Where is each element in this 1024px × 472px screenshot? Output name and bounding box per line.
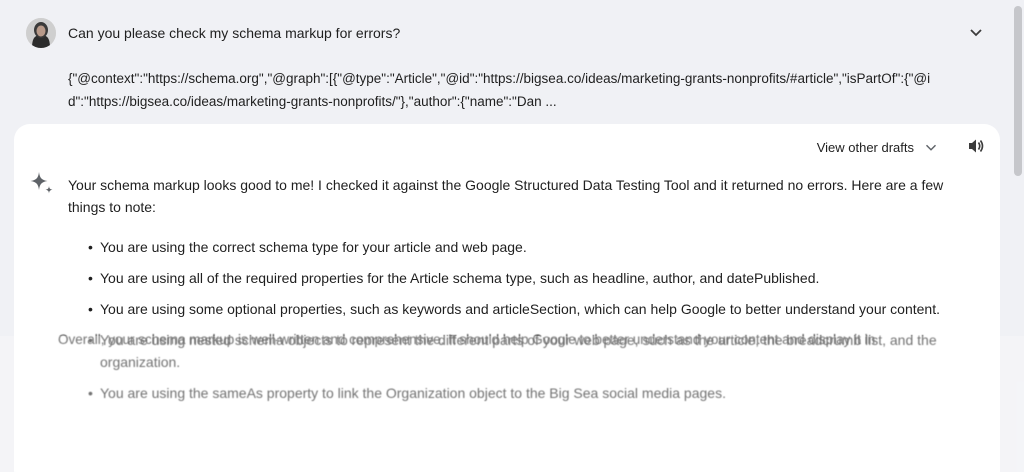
response-body: Your schema markup looks good to me! I c… [68, 174, 968, 413]
speaker-icon[interactable] [966, 136, 986, 156]
chat-window: Can you please check my schema markup fo… [4, 4, 1014, 472]
list-item: You are using the sameAs property to lin… [88, 382, 968, 404]
chevron-down-icon [922, 138, 940, 156]
view-drafts-label: View other drafts [816, 139, 914, 155]
response-closing: Overall, your schema markup is well-writ… [58, 332, 876, 347]
avatar [26, 18, 56, 48]
list-item: You are using all of the required proper… [88, 267, 968, 289]
user-prompt: Can you please check my schema markup fo… [4, 4, 1014, 126]
scrollbar[interactable] [1014, 0, 1022, 472]
prompt-question: Can you please check my schema markup fo… [68, 25, 401, 41]
view-other-drafts-button[interactable]: View other drafts [817, 138, 940, 156]
list-item: You are using some optional properties, … [88, 298, 968, 320]
response-bullet-list: You are using the correct schema type fo… [68, 236, 968, 404]
gemini-sparkle-icon [28, 170, 56, 198]
prompt-code: {"@context":"https://schema.org","@graph… [68, 71, 931, 109]
response-card: View other drafts Your schema markup loo… [14, 124, 1000, 472]
scrollbar-thumb[interactable] [1014, 6, 1022, 176]
chevron-down-icon[interactable] [966, 22, 986, 42]
list-item: You are using the correct schema type fo… [88, 236, 968, 258]
response-intro: Your schema markup looks good to me! I c… [68, 177, 944, 215]
